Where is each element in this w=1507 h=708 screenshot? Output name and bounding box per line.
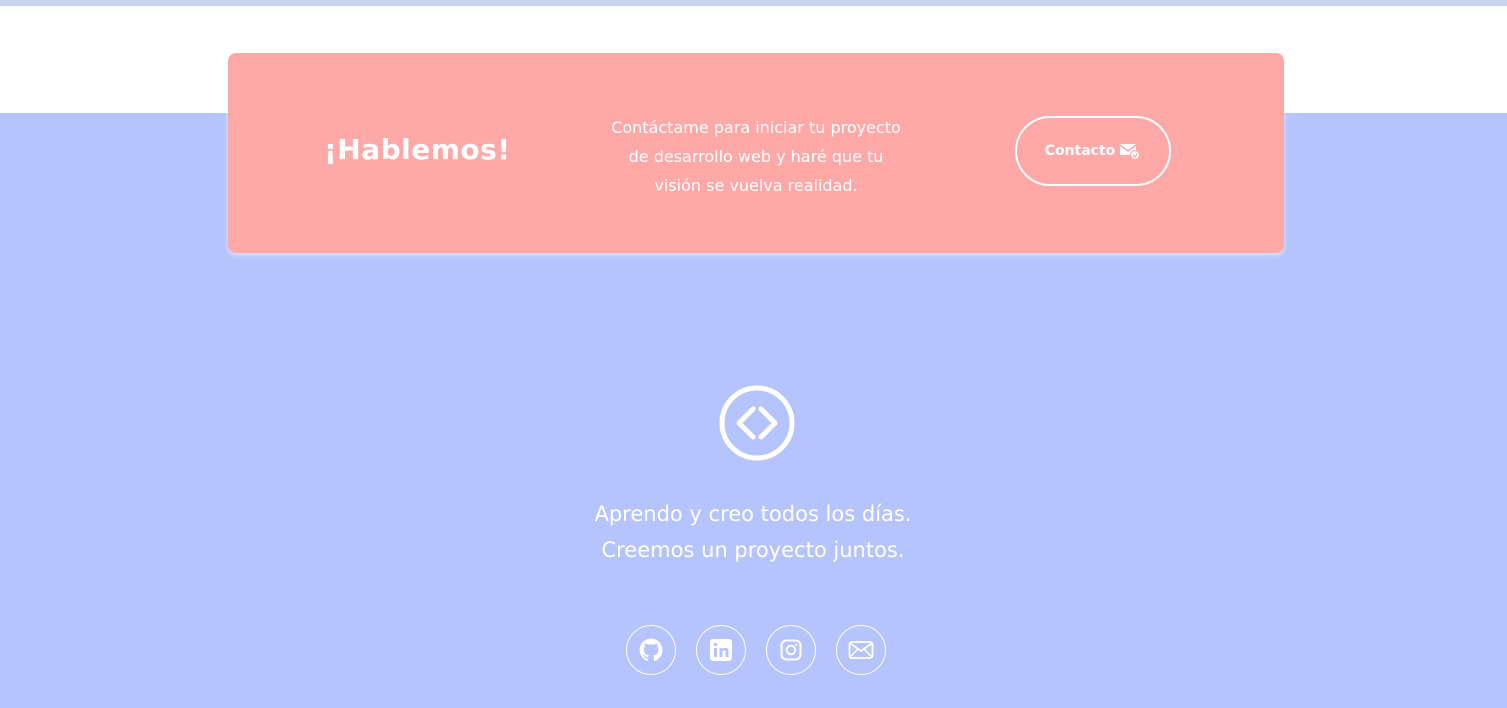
github-link[interactable]: [626, 625, 676, 675]
cta-description-line: Contáctame para iniciar tu proyecto: [611, 118, 901, 137]
tagline-line: Aprendo y creo todos los días.: [594, 502, 912, 526]
email-icon: [848, 640, 874, 660]
email-link[interactable]: [836, 625, 886, 675]
mail-send-icon: [1119, 142, 1141, 160]
cta-title: ¡Hablemos!: [324, 133, 511, 166]
footer-tagline: Aprendo y creo todos los días. Creemos u…: [453, 496, 1053, 568]
contact-cta-card: ¡Hablemos! Contáctame para iniciar tu pr…: [228, 53, 1284, 253]
contact-button[interactable]: Contacto: [1015, 116, 1171, 186]
github-icon: [638, 637, 664, 663]
top-border: [0, 0, 1507, 6]
code-brackets-icon: [718, 384, 796, 462]
cta-description-line: visión se vuelva realidad.: [654, 176, 858, 195]
contact-button-label: Contacto: [1044, 143, 1116, 159]
cta-description: Contáctame para iniciar tu proyecto de d…: [590, 113, 922, 200]
tagline-line: Creemos un proyecto juntos.: [601, 538, 905, 562]
linkedin-link[interactable]: [696, 625, 746, 675]
linkedin-icon: [709, 638, 733, 662]
instagram-icon: [779, 638, 803, 662]
cta-description-line: de desarrollo web y haré que tu: [628, 147, 884, 166]
instagram-link[interactable]: [766, 625, 816, 675]
